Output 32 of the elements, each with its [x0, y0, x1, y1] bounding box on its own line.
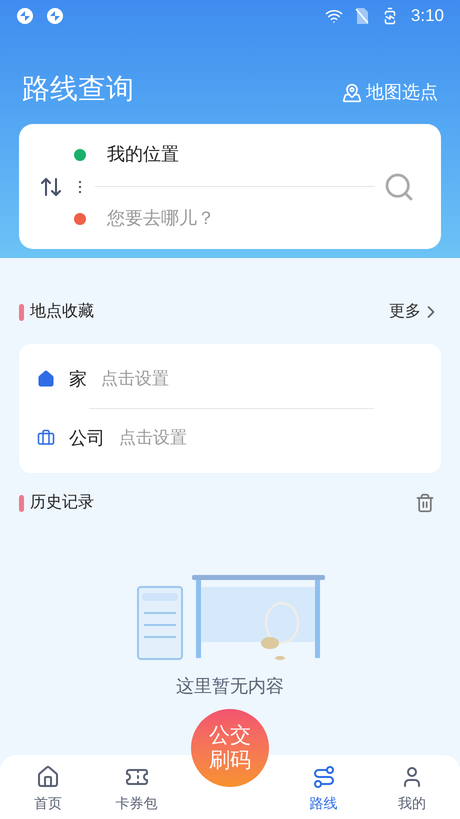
more-link[interactable]: 更多	[389, 300, 441, 324]
map-pin-icon	[342, 82, 362, 102]
route-icon	[312, 764, 336, 788]
place-hint: 点击设置	[119, 427, 187, 450]
no-sim-icon	[354, 7, 369, 25]
clock: 3:10	[410, 5, 444, 28]
search-icon[interactable]	[383, 170, 415, 202]
favorite-item[interactable]: 公司 点击设置	[19, 409, 441, 467]
section-marker	[19, 304, 24, 320]
tab[interactable]: 我的	[372, 764, 452, 814]
place-name: 家	[69, 368, 87, 390]
tab[interactable]: 路线	[284, 764, 364, 814]
favorite-item[interactable]: 家 点击设置	[19, 350, 441, 408]
page-title: 路线查询	[22, 72, 134, 106]
section-title: 历史记录	[30, 492, 94, 513]
house-icon	[36, 764, 60, 788]
section-marker	[19, 494, 24, 512]
tab[interactable]: 首页	[8, 764, 88, 814]
trash-icon[interactable]	[415, 493, 435, 513]
place-hint: 点击设置	[101, 368, 169, 390]
dotted-connector	[79, 180, 81, 192]
home-icon	[37, 370, 55, 388]
origin-field[interactable]: 我的位置	[107, 141, 179, 168]
empty-message: 这里暂无内容	[176, 675, 284, 698]
app-icon	[16, 7, 34, 25]
tab[interactable]: 卡券包	[96, 764, 176, 814]
section-title: 地点收藏	[30, 302, 94, 322]
briefcase-icon	[37, 429, 55, 447]
app-icon	[46, 7, 64, 25]
destination-field[interactable]: 您要去哪儿？	[107, 205, 367, 232]
place-name: 公司	[69, 426, 105, 450]
wifi-icon	[324, 7, 343, 25]
